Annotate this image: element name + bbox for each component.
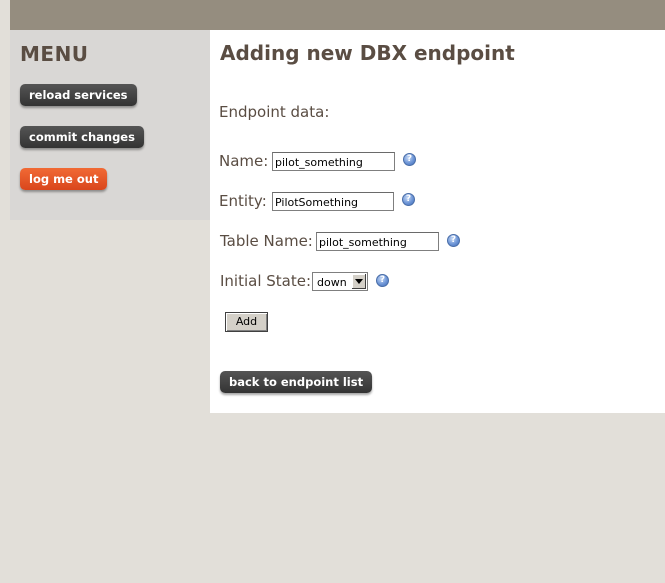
chevron-down-icon[interactable] [351, 274, 366, 289]
initial-state-label: Initial State: [220, 272, 312, 290]
sidebar: MENU reload services commit changes log … [10, 30, 210, 220]
initial-state-help-icon[interactable]: ? [376, 274, 389, 287]
main-content: Adding new DBX endpoint Endpoint data: N… [210, 30, 665, 413]
table-name-input[interactable] [316, 232, 439, 251]
page-title: Adding new DBX endpoint [220, 41, 515, 65]
initial-state-select[interactable]: down [312, 272, 368, 291]
add-button[interactable]: Add [225, 312, 268, 332]
back-to-endpoint-list-button[interactable]: back to endpoint list [220, 371, 373, 393]
entity-label: Entity: [219, 192, 267, 210]
initial-state-value: down [317, 276, 347, 289]
reload-services-button[interactable]: reload services [20, 84, 137, 106]
top-bar [10, 0, 665, 30]
table-name-label: Table Name: [220, 232, 313, 250]
commit-changes-button[interactable]: commit changes [20, 126, 144, 148]
table-name-help-icon[interactable]: ? [447, 234, 460, 247]
name-help-icon[interactable]: ? [403, 153, 416, 166]
section-label: Endpoint data: [219, 103, 330, 121]
entity-help-icon[interactable]: ? [402, 193, 415, 206]
name-label: Name: [219, 152, 269, 170]
logout-button[interactable]: log me out [20, 168, 108, 190]
menu-title: MENU [20, 42, 89, 66]
entity-input[interactable] [272, 192, 394, 211]
name-input[interactable] [272, 152, 395, 171]
